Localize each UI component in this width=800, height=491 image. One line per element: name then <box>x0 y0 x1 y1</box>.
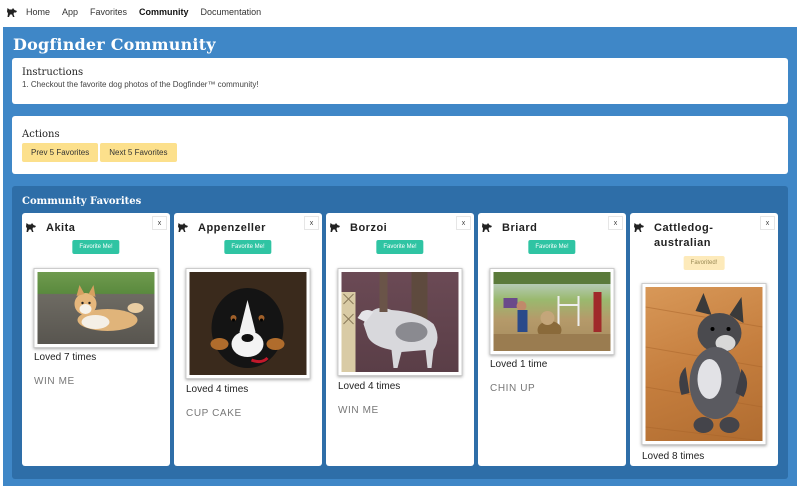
dog-icon <box>329 220 341 232</box>
instructions-text: 1. Checkout the favorite dog photos of t… <box>22 80 259 89</box>
dog-icon <box>177 220 189 232</box>
dog-photo <box>185 268 311 379</box>
community-favorites-panel: Community Favorites Akita x Favorite Me! <box>12 186 788 479</box>
instructions-heading: Instructions <box>22 67 84 78</box>
favorited-badge[interactable]: Favorited! <box>683 256 725 270</box>
breed-name: Akita <box>46 222 76 234</box>
page-title: Dogfinder Community <box>13 35 216 54</box>
loved-count: Loved 7 times <box>34 352 97 363</box>
dog-card-borzoi: Borzoi x Favorite Me! Loved 4 times WIN … <box>326 213 474 466</box>
breed-name: Cattledog-australian <box>654 222 714 249</box>
nav-community[interactable]: Community <box>139 7 189 17</box>
nav-app[interactable]: App <box>62 7 78 17</box>
dog-photo <box>337 268 463 376</box>
dog-icon <box>633 220 645 232</box>
close-button[interactable]: x <box>608 216 623 230</box>
dog-nickname: WIN ME <box>338 405 379 416</box>
favorite-button[interactable]: Favorite Me! <box>528 240 576 254</box>
loved-count: Loved 4 times <box>338 381 401 392</box>
favorite-button[interactable]: Favorite Me! <box>72 240 120 254</box>
breed-name: Briard <box>502 222 538 234</box>
breed-name: Appenzeller <box>198 222 266 234</box>
breed-name: Borzoi <box>350 222 388 234</box>
dog-nickname: CUP CAKE <box>186 408 242 419</box>
community-favorites-heading: Community Favorites <box>22 196 142 207</box>
nav-favorites[interactable]: Favorites <box>90 7 127 17</box>
top-nav: Home App Favorites Community Documentati… <box>0 0 800 24</box>
dog-icon[interactable] <box>6 6 18 18</box>
next-favorites-button[interactable]: Next 5 Favorites <box>100 143 177 162</box>
nav-documentation[interactable]: Documentation <box>201 7 262 17</box>
loved-count: Loved 1 time <box>490 359 548 370</box>
nav-home[interactable]: Home <box>26 7 50 17</box>
dog-icon <box>25 220 37 232</box>
dog-nickname: WIN ME <box>34 376 75 387</box>
dog-card-briard: Briard x Favorite Me! Loved 1 time CHIN … <box>478 213 626 466</box>
instructions-panel: Instructions 1. Checkout the favorite do… <box>12 58 788 104</box>
loved-count: Loved 4 times <box>186 384 249 395</box>
dog-photo <box>33 268 159 348</box>
favorite-button[interactable]: Favorite Me! <box>224 240 272 254</box>
close-button[interactable]: x <box>456 216 471 230</box>
dog-icon <box>481 220 493 232</box>
actions-panel: Actions Prev 5 Favorites Next 5 Favorite… <box>12 116 788 174</box>
favorite-button[interactable]: Favorite Me! <box>376 240 424 254</box>
close-button[interactable]: x <box>760 216 775 230</box>
loved-count: Loved 8 times <box>642 451 705 462</box>
prev-favorites-button[interactable]: Prev 5 Favorites <box>22 143 99 162</box>
actions-heading: Actions <box>22 129 60 140</box>
close-button[interactable]: x <box>304 216 319 230</box>
dog-card-cattledog-australian: Cattledog-australian x Favorited! Loved … <box>630 213 778 466</box>
dog-photo <box>641 283 767 445</box>
dog-photo <box>489 268 615 355</box>
close-button[interactable]: x <box>152 216 167 230</box>
dog-card-akita: Akita x Favorite Me! Loved 7 times WIN M… <box>22 213 170 466</box>
dog-nickname: CHIN UP <box>490 383 536 394</box>
main-content: Dogfinder Community Instructions 1. Chec… <box>3 27 797 486</box>
dog-card-appenzeller: Appenzeller x Favorite Me! Loved 4 times… <box>174 213 322 466</box>
